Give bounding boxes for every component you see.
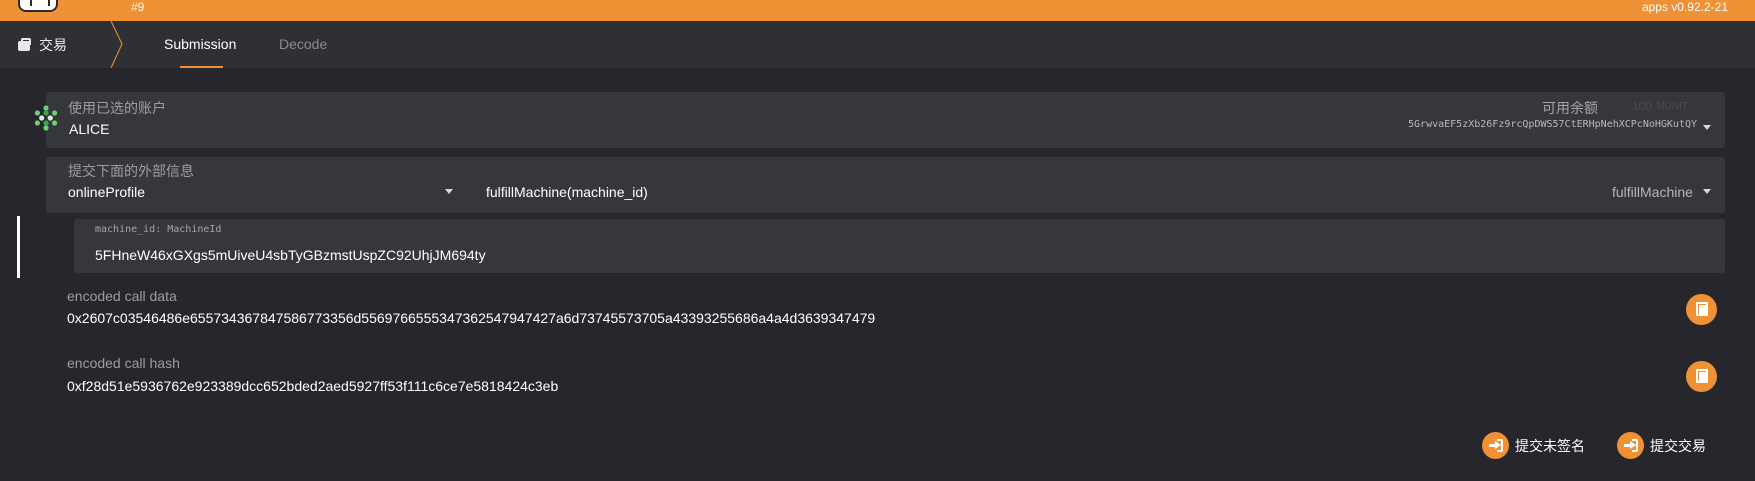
nav-section-transfer[interactable]: 交易 (17, 35, 67, 55)
machine-id-field[interactable] (74, 219, 1725, 273)
breadcrumb-chevron (110, 21, 123, 68)
sign-in-icon (1617, 432, 1644, 459)
tab-submission[interactable]: Submission (164, 36, 236, 52)
call-select[interactable]: fulfillMachine (1612, 184, 1693, 200)
active-tab-indicator (180, 66, 223, 68)
transfer-icon (17, 38, 31, 52)
account-name: ALICE (69, 121, 110, 137)
pallet-select[interactable]: onlineProfile (68, 184, 145, 200)
balance-label: 可用余额 (1542, 100, 1598, 116)
call-signature: fulfillMachine(machine_id) (486, 184, 648, 200)
submit-transaction-label: 提交交易 (1650, 437, 1706, 454)
extrinsic-label: 提交下面的外部信息 (68, 163, 194, 179)
param-indicator-bar (17, 216, 20, 278)
nav-bar: 交易 Submission Decode (0, 21, 1755, 68)
balance-unit: MUNIT (1656, 101, 1688, 112)
tab-decode[interactable]: Decode (279, 36, 327, 52)
nav-section-label: 交易 (39, 37, 67, 53)
submit-unsigned-button[interactable]: 提交未签名 (1482, 432, 1585, 459)
account-identicon (34, 105, 58, 131)
logo-icon[interactable] (18, 0, 58, 12)
machine-id-input[interactable]: 5FHneW46xGXgs5mUiveU4sbTyGBzmstUspZC92Uh… (95, 247, 486, 263)
account-label: 使用已选的账户 (68, 100, 166, 116)
sign-in-icon (1482, 432, 1509, 459)
copy-call-data-button[interactable] (1686, 294, 1717, 325)
copy-call-hash-button[interactable] (1686, 361, 1717, 392)
pallet-dropdown-arrow-icon[interactable] (445, 189, 453, 194)
account-address: 5GrwvaEF5zXb26Fz9rcQpDWS57CtERHpNehXCPcN… (1408, 119, 1697, 130)
balance-value: 100 (1631, 99, 1652, 113)
top-bar: #9 apps v0.92.2-21 (0, 0, 1755, 21)
encoded-call-data-value: 0x2607c03546486e655734367847586773356d55… (67, 310, 876, 326)
chain-number: #9 (131, 0, 145, 14)
account-dropdown-arrow-icon[interactable] (1703, 125, 1711, 130)
submit-unsigned-label: 提交未签名 (1515, 437, 1585, 454)
encoded-call-hash-label: encoded call hash (67, 355, 180, 371)
machine-id-label: machine_id: MachineId (95, 224, 222, 235)
encoded-call-hash-value: 0xf28d51e5936762e923389dcc652bded2aed592… (67, 378, 559, 394)
submit-transaction-button[interactable]: 提交交易 (1617, 432, 1706, 459)
extrinsic-selector (46, 157, 1725, 213)
call-dropdown-arrow-icon[interactable] (1703, 189, 1711, 194)
encoded-call-data-label: encoded call data (67, 288, 177, 304)
app-version: apps v0.92.2-21 (1641, 0, 1728, 14)
